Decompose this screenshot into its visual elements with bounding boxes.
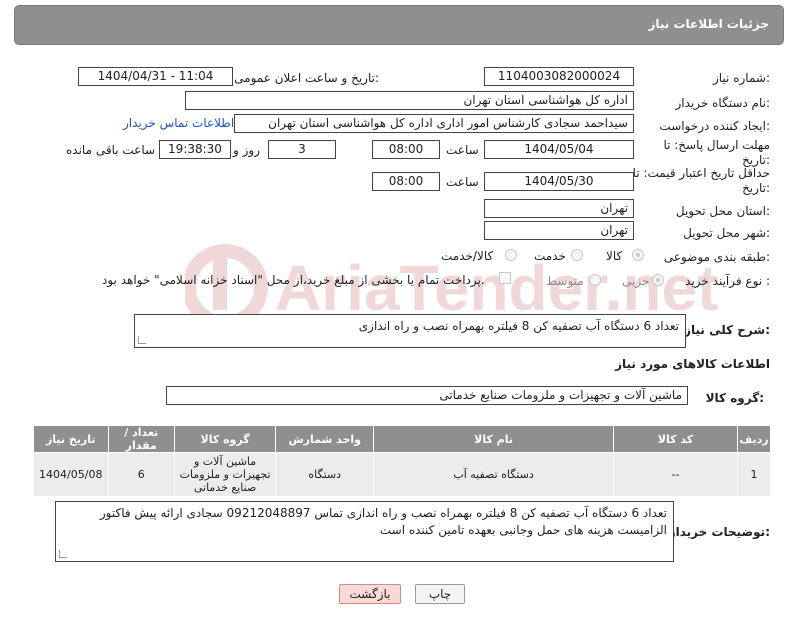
col-unit: واحد شمارش [275,425,375,453]
summary-textarea: تعداد 6 دستگاه آب تصفیه کن 8 فیلتره بهمر… [134,314,686,348]
resize-handle-icon[interactable] [59,550,67,558]
col-goods-name: نام کالا [373,425,614,453]
category-option-goods-service: کالا/خدمت [441,249,494,263]
process-option-medium: متوسط [546,274,584,288]
validity-date-field: 1404/05/30 [484,172,634,191]
buyer-notes-label: توضیحات خریدار: [668,525,770,539]
need-number-field: 1104003082000024 [484,67,634,86]
process-option-minor: جزیی [622,274,650,288]
process-label: نوع فرآیند خرید : [685,274,770,288]
col-need-date: تاریخ نیاز [33,425,109,453]
city-field: تهران [484,221,634,240]
deadline-time-field: 08:00 [372,140,440,159]
goods-group-label: گروه کالا: [705,391,764,405]
cell-quantity: 6 [107,452,175,497]
deadline-date-field: 1404/05/04 [484,140,634,159]
col-quantity: تعداد / مقدار [107,425,175,453]
remaining-label: ساعت باقی مانده [66,143,156,157]
days-count-field: 3 [268,140,336,159]
province-label: استان محل تحویل: [675,204,770,218]
table-row: 1404/05/08 6 ماشین آلات و تجهیزات و ملزو… [33,452,771,497]
page-header: جزئیات اطلاعات نیاز [14,5,784,45]
category-radio-service[interactable] [571,249,583,261]
buyer-contact-link[interactable]: اطلاعات تماس خریدار [123,116,234,130]
table-header-row: تاریخ نیاز تعداد / مقدار گروه کالا واحد … [33,425,771,453]
print-button[interactable]: چاپ [415,584,465,604]
summary-label: شرح کلی نیاز: [684,323,770,337]
resize-handle-icon[interactable] [138,336,146,344]
announce-field: 1404/04/31 - 11:04 [78,67,233,86]
deadline-time-label: ساعت [446,143,479,157]
province-field: تهران [484,199,634,218]
goods-section-title: اطلاعات کالاهای مورد نیاز [615,357,770,371]
category-label: طبقه بندی موضوعی: [663,250,770,264]
buyer-notes-textarea: تعداد 6 دستگاه آب تصفیه کن 8 فیلتره بهمر… [55,501,674,562]
validity-time-label: ساعت [446,175,479,189]
requester-label: ایجاد کننده درخواست: [659,119,770,133]
process-radio-medium[interactable] [589,274,601,286]
back-button[interactable]: بازگشت [339,584,401,604]
col-goods-group: گروه کالا [173,425,277,453]
category-option-service: خدمت [534,249,566,263]
remaining-time-field: 19:38:30 [159,140,231,159]
need-number-label: شماره نیاز: [712,71,770,85]
treasury-checkbox[interactable] [499,272,511,284]
process-radio-minor[interactable] [652,274,664,286]
col-goods-code: کد کالا [612,425,739,453]
items-table: تاریخ نیاز تعداد / مقدار گروه کالا واحد … [33,425,771,497]
category-radio-goods[interactable] [632,249,644,261]
cell-goods-name: دستگاه تصفیه آب [373,452,614,497]
payment-note: پرداخت تمام یا بخشی از مبلغ خرید،از محل … [102,273,485,287]
summary-text: تعداد 6 دستگاه آب تصفیه کن 8 فیلتره بهمر… [358,319,679,333]
days-label: روز و [233,143,260,157]
goods-group-field: ماشین آلات و تجهیزات و ملزومات صنایع خدم… [166,386,688,405]
cell-need-date: 1404/05/08 [33,452,109,497]
validity-label: حداقل تاریخ اعتبار قیمت: تا تاریخ: [632,166,770,195]
validity-time-field: 08:00 [372,172,440,191]
buyer-org-label: نام دستگاه خریدار: [675,96,771,110]
buyer-org-field: اداره کل هواشناسی استان تهران [185,91,634,110]
category-option-goods: کالا [606,249,623,263]
col-row: ردیف [737,425,771,453]
cell-goods-code: -- [612,452,739,497]
city-label: شهر محل تحویل: [683,226,770,240]
cell-goods-group: ماشین آلات و تجهیزات و ملزومات صنایع خدم… [173,452,277,497]
announce-label: تاریخ و ساعت اعلان عمومی: [234,71,379,85]
cell-unit: دستگاه [275,452,375,497]
requester-field: سیداحمد سجادی کارشناس امور اداری اداره ک… [234,114,634,133]
page-title: جزئیات اطلاعات نیاز [648,17,769,31]
category-radio-goods-service[interactable] [505,249,517,261]
deadline-label: مهلت ارسال پاسخ: تا تاریخ: [663,138,770,167]
cell-row: 1 [737,452,771,497]
buyer-notes-text: تعداد 6 دستگاه آب تصفیه کن 8 فیلتره بهمر… [99,506,667,537]
